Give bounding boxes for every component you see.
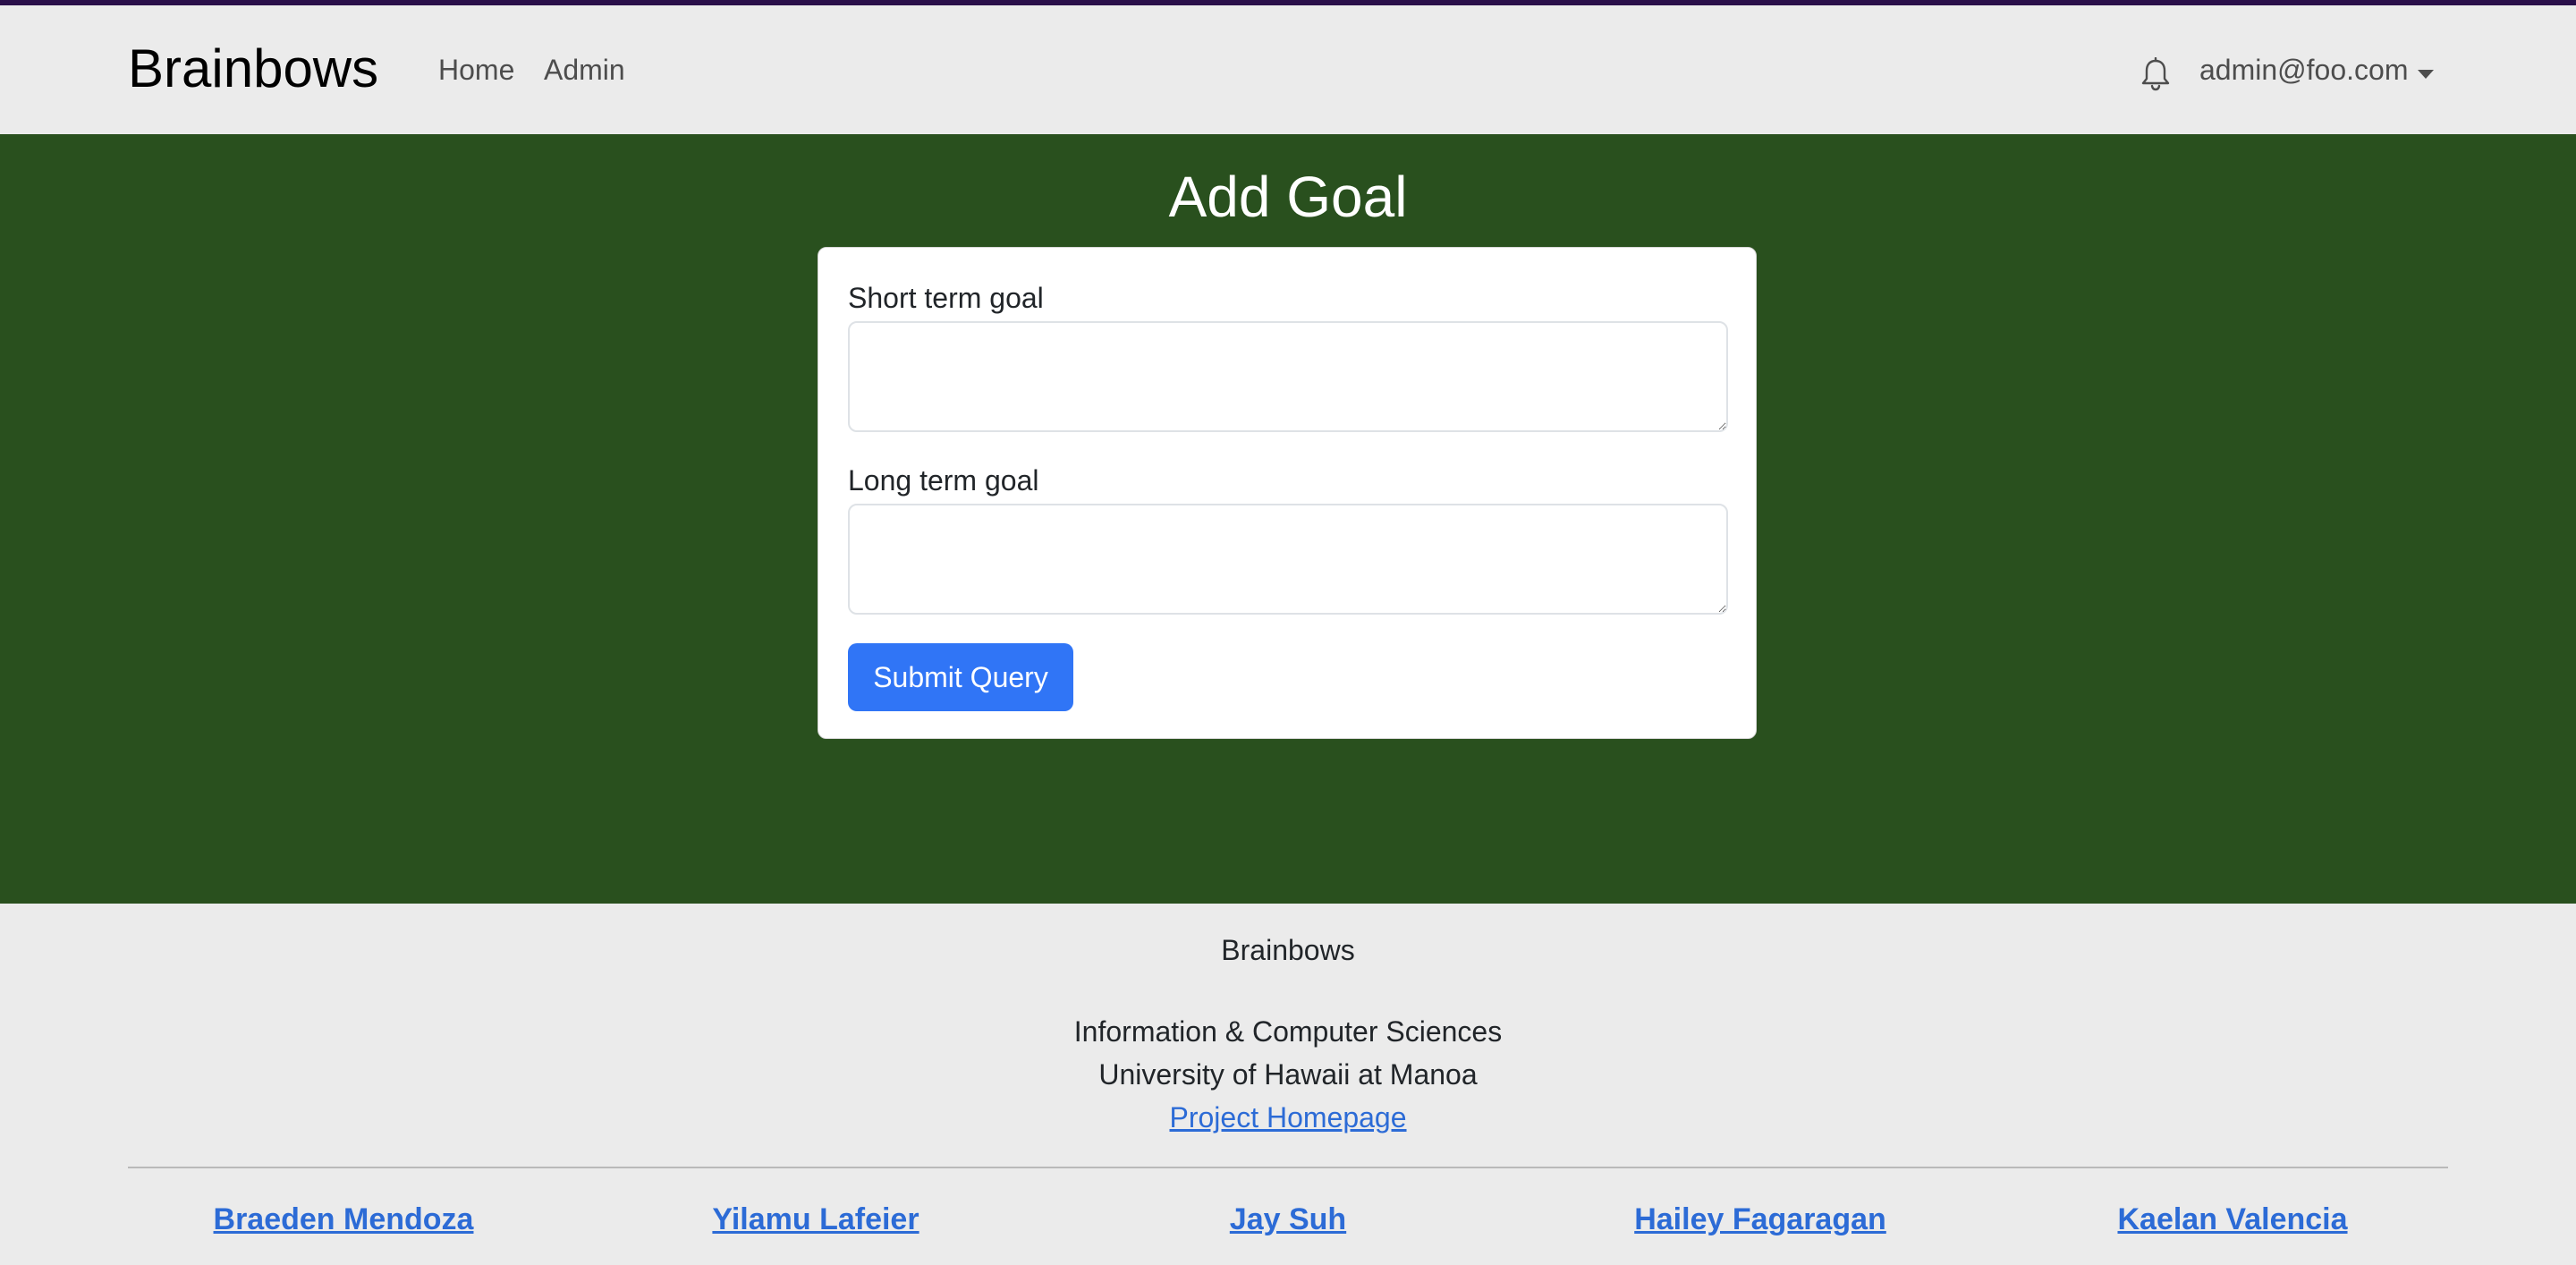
bell-icon[interactable]	[2140, 57, 2171, 91]
team-member-link[interactable]: Jay Suh	[1230, 1201, 1346, 1238]
nav-link-home[interactable]: Home	[438, 52, 514, 88]
submit-button[interactable]: Submit Query	[848, 643, 1073, 711]
footer-university: University of Hawaii at Manoa	[1098, 1058, 1478, 1091]
long-term-goal-field[interactable]	[848, 504, 1728, 615]
footer-department: Information & Computer Sciences	[1073, 1015, 1503, 1048]
short-term-goal-label: Short term goal	[848, 282, 1044, 314]
team-member-link[interactable]: Hailey Fagaragan	[1634, 1201, 1886, 1238]
project-homepage-link[interactable]: Project Homepage	[1169, 1101, 1406, 1133]
main-content: Add Goal Short term goal Long term goal …	[0, 134, 2576, 904]
footer: Brainbows Information & Computer Science…	[0, 904, 2576, 1265]
footer-divider	[128, 1167, 2448, 1168]
team-member-link[interactable]: Kaelan Valencia	[2117, 1201, 2347, 1238]
add-goal-form: Short term goal Long term goal Submit Qu…	[818, 247, 1757, 739]
team-member-link[interactable]: Yilamu Lafeier	[712, 1201, 919, 1238]
page-title: Add Goal	[1168, 165, 1408, 229]
user-menu-toggle[interactable]: admin@foo.com	[2199, 52, 2408, 88]
short-term-goal-field[interactable]	[848, 321, 1728, 432]
caret-down-icon[interactable]	[2418, 70, 2434, 79]
navbar-brand[interactable]: Brainbows	[128, 33, 378, 105]
long-term-goal-label: Long term goal	[848, 464, 1039, 497]
footer-brand: Brainbows	[1221, 934, 1355, 966]
footer-homepage-row: Project Homepage	[0, 1099, 2576, 1135]
team-member-link[interactable]: Braeden Mendoza	[214, 1201, 474, 1238]
nav-link-admin[interactable]: Admin	[544, 52, 625, 88]
navbar: Brainbows Home Admin admin@foo.com	[0, 5, 2576, 134]
